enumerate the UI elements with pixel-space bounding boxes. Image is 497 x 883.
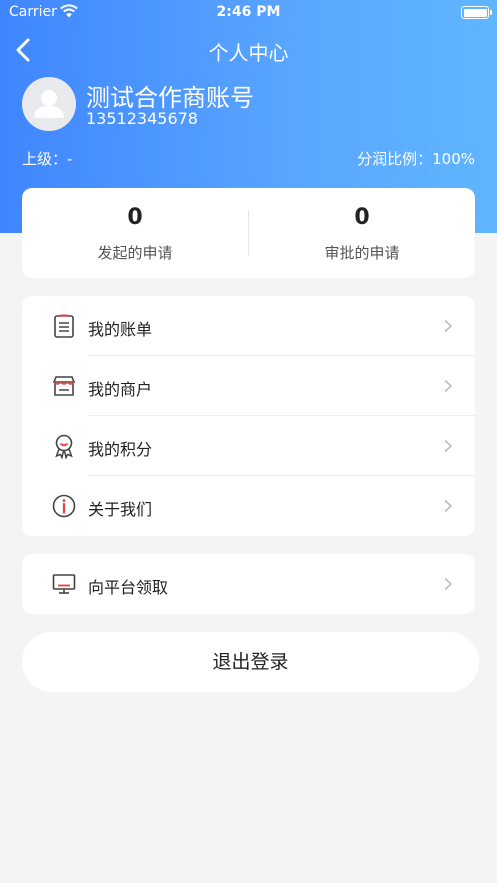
store-icon xyxy=(52,376,76,396)
menu-card: 我的账单 我的商户 我的积分 关于我们 xyxy=(22,296,475,536)
menu-label-points: 我的积分 xyxy=(88,440,153,459)
user-silhouette-icon xyxy=(34,90,64,118)
initiated-count: 0 xyxy=(127,205,143,230)
profit-ratio-label: 分润比例：100% xyxy=(357,150,475,168)
menu-label-claim: 向平台领取 xyxy=(88,578,169,597)
menu-label-merchant: 我的商户 xyxy=(88,380,153,399)
chevron-right-icon xyxy=(444,577,453,591)
chevron-right-icon xyxy=(444,379,453,393)
chevron-right-icon xyxy=(444,499,453,513)
menu-item-points[interactable]: 我的积分 xyxy=(22,416,475,476)
chevron-right-icon xyxy=(444,439,453,453)
account-phone: 13512345678 xyxy=(86,109,198,128)
menu-item-bill[interactable]: 我的账单 xyxy=(22,296,475,356)
approved-applications-stat[interactable]: 0 审批的申请 xyxy=(249,188,475,278)
status-bar: Carrier 2:46 PM xyxy=(0,0,497,26)
menu-label-about: 关于我们 xyxy=(88,500,153,519)
logout-button[interactable]: 退出登录 xyxy=(22,632,479,692)
monitor-icon xyxy=(52,574,76,594)
approval-label: 审批的申请 xyxy=(324,244,400,262)
chevron-right-icon xyxy=(444,319,453,333)
clock: 2:46 PM xyxy=(216,4,281,20)
menu-label-bill: 我的账单 xyxy=(88,320,153,339)
initiated-label: 发起的申请 xyxy=(97,244,173,262)
avatar[interactable] xyxy=(22,77,76,131)
info-icon xyxy=(52,494,76,518)
meta-row: 上级：- 分润比例：100% xyxy=(22,148,475,170)
initiated-applications-stat[interactable]: 0 发起的申请 xyxy=(22,188,248,278)
badge-icon xyxy=(55,434,73,459)
nav-bar: 个人中心 xyxy=(0,30,497,70)
page-title: 个人中心 xyxy=(208,41,289,65)
profile-section: 测试合作商账号 13512345678 xyxy=(22,77,482,133)
account-name: 测试合作商账号 xyxy=(86,84,254,112)
stats-card: 0 发起的申请 0 审批的申请 xyxy=(22,188,475,278)
menu-item-about[interactable]: 关于我们 xyxy=(22,476,475,536)
claim-card: 向平台领取 xyxy=(22,554,475,614)
bill-icon xyxy=(54,314,74,338)
menu-item-claim-from-platform[interactable]: 向平台领取 xyxy=(22,554,475,614)
menu-item-merchant[interactable]: 我的商户 xyxy=(22,356,475,416)
battery-icon xyxy=(461,6,492,19)
approval-count: 0 xyxy=(354,205,370,230)
superior-label: 上级：- xyxy=(22,150,73,168)
